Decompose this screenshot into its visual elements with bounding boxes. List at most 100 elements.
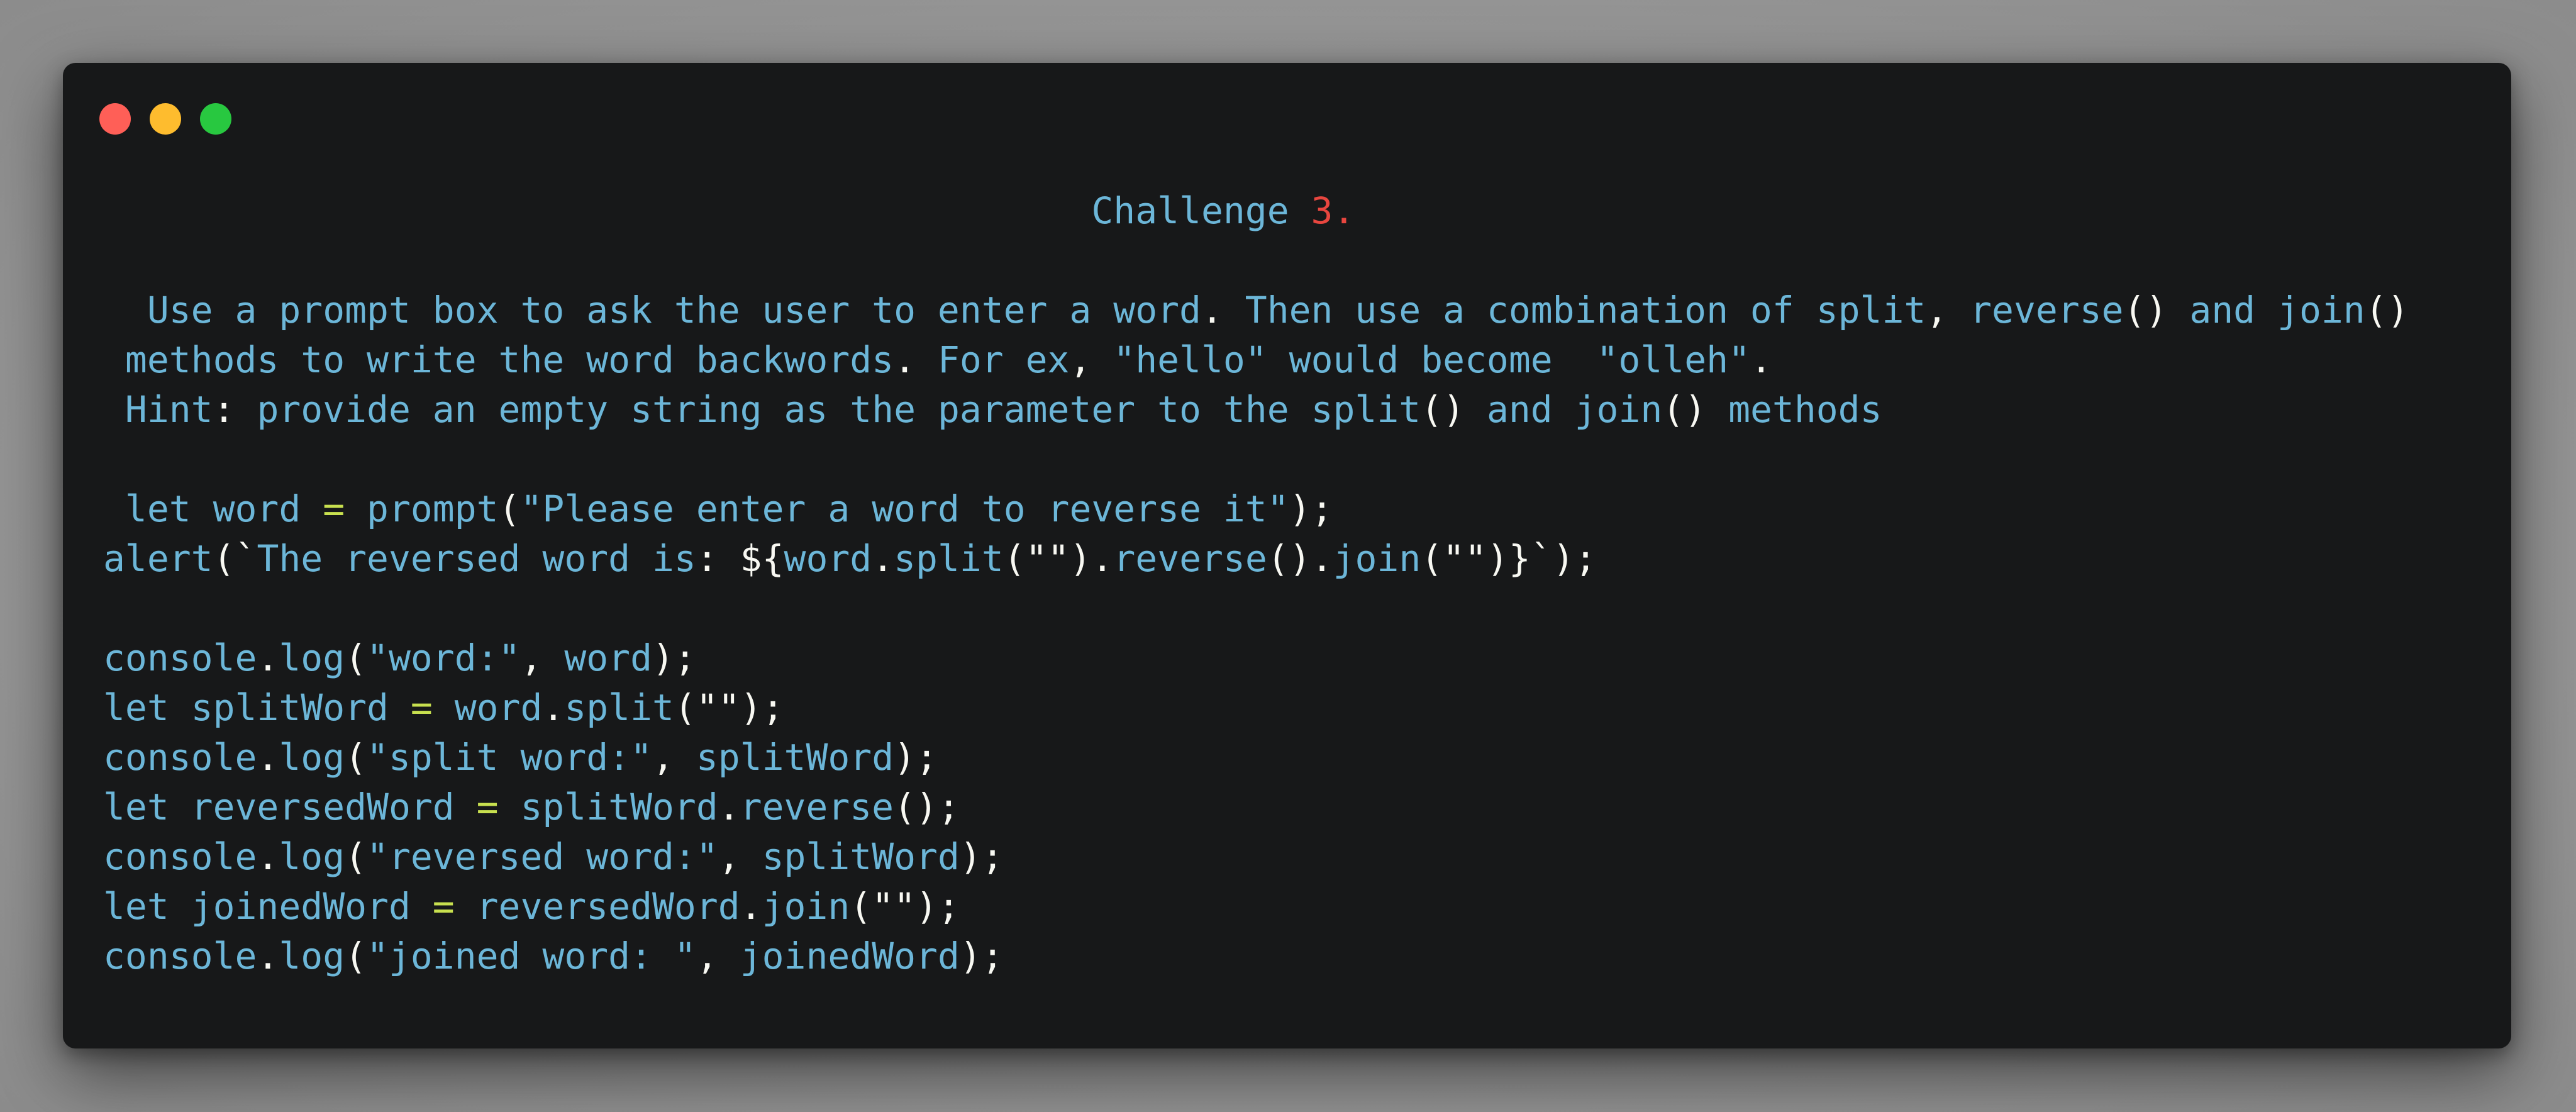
- code-token: methods: [1728, 388, 1882, 431]
- code-token: provide an empty string as the parameter…: [257, 388, 1421, 431]
- code-token: reversedWord: [476, 885, 740, 928]
- code-token: let reversedWord: [103, 786, 477, 828]
- code-block: Challenge 3. Use a prompt box to ask the…: [103, 186, 2486, 981]
- code-token: : ${: [696, 537, 784, 580]
- code-token: methods to write the word backwords: [103, 338, 894, 381]
- code-token: );: [652, 637, 696, 679]
- code-line: let word = prompt("Please enter a word t…: [103, 484, 2486, 534]
- code-token: reverse: [1113, 537, 1267, 580]
- code-token: "word:": [367, 637, 521, 679]
- code-token: alert: [103, 537, 213, 580]
- code-token: .: [894, 338, 938, 381]
- code-line: let reversedWord = splitWord.reverse();: [103, 782, 2486, 832]
- code-line: let splitWord = word.split("");: [103, 683, 2486, 733]
- code-token: .: [257, 835, 279, 878]
- code-token: (`: [213, 537, 257, 580]
- code-token: "joined word: ": [367, 935, 696, 977]
- code-token: ();: [894, 786, 960, 828]
- code-token: (: [345, 835, 367, 878]
- code-window: Challenge 3. Use a prompt box to ask the…: [63, 63, 2511, 1048]
- code-token: split: [894, 537, 1004, 580]
- code-token: For ex: [937, 338, 1070, 381]
- code-token: splitWord: [520, 786, 718, 828]
- code-line: let joinedWord = reversedWord.join("");: [103, 882, 2486, 931]
- code-token: ,: [520, 637, 565, 679]
- code-token: word: [564, 637, 653, 679]
- code-token: reverse: [1970, 289, 2124, 331]
- code-token: (: [498, 487, 521, 530]
- code-token: console: [103, 637, 257, 679]
- code-token: Challenge: [103, 189, 1311, 232]
- code-token: ,: [1069, 338, 1114, 381]
- code-token: and join: [2189, 289, 2365, 331]
- code-token: =: [323, 487, 367, 530]
- code-line: methods to write the word backwords. For…: [103, 335, 2486, 385]
- code-line: console.log("reversed word:", splitWord)…: [103, 832, 2486, 882]
- code-token: .: [257, 736, 279, 779]
- code-token: Use a prompt box to ask the user to ente…: [103, 289, 1201, 331]
- code-token: ,: [696, 935, 740, 977]
- code-token: let joinedWord: [103, 885, 433, 928]
- code-token: =: [410, 686, 455, 729]
- code-token: );: [1289, 487, 1333, 530]
- code-token: word: [784, 537, 872, 580]
- code-token: reverse: [740, 786, 894, 828]
- maximize-button[interactable]: [200, 103, 231, 135]
- code-line: console.log("split word:", splitWord);: [103, 733, 2486, 782]
- code-token: ("").: [1003, 537, 1114, 580]
- code-token: join: [1333, 537, 1421, 580]
- code-token: 3.: [1311, 189, 1355, 232]
- code-token: Hint: [103, 388, 213, 431]
- code-token: console: [103, 835, 257, 878]
- code-token: .: [1201, 289, 1245, 331]
- code-token: joinedWord: [740, 935, 960, 977]
- code-line: Hint: provide an empty string as the par…: [103, 385, 2486, 435]
- code-token: (: [345, 935, 367, 977]
- code-token: splitWord: [762, 835, 960, 878]
- code-token: .: [1750, 338, 1772, 381]
- window-controls: [99, 103, 231, 135]
- code-token: .: [872, 537, 894, 580]
- code-token: prompt: [367, 487, 499, 530]
- code-token: );: [959, 935, 1004, 977]
- code-line: Use a prompt box to ask the user to ente…: [103, 286, 2486, 335]
- code-token: log: [279, 935, 345, 977]
- code-token: ("");: [674, 686, 784, 729]
- code-token: "reversed word:": [367, 835, 718, 878]
- code-token: (: [345, 736, 367, 779]
- code-token: Then use a combination of split: [1245, 289, 1926, 331]
- code-token: split: [564, 686, 674, 729]
- code-token: ,: [718, 835, 762, 878]
- code-token: .: [257, 935, 279, 977]
- code-line: alert(`The reversed word is: ${word.spli…: [103, 534, 2486, 584]
- code-token: (): [1421, 388, 1487, 431]
- code-token: "split word:": [367, 736, 652, 779]
- code-token: =: [476, 786, 521, 828]
- code-token: ("");: [850, 885, 960, 928]
- code-token: The reversed word is: [257, 537, 696, 580]
- code-token: .: [740, 885, 762, 928]
- minimize-button[interactable]: [150, 103, 181, 135]
- code-token: console: [103, 736, 257, 779]
- code-token: "Please enter a word to reverse it": [520, 487, 1289, 530]
- code-token: and join: [1486, 388, 1663, 431]
- code-token: );: [959, 835, 1004, 878]
- code-token: .: [257, 637, 279, 679]
- code-token: (): [2365, 289, 2409, 331]
- code-token: (): [1662, 388, 1729, 431]
- code-token: splitWord: [696, 736, 894, 779]
- close-button[interactable]: [99, 103, 131, 135]
- code-line: console.log("joined word: ", joinedWord)…: [103, 931, 2486, 981]
- code-token: log: [279, 835, 345, 878]
- code-line: console.log("word:", word);: [103, 633, 2486, 683]
- code-token: ,: [652, 736, 696, 779]
- code-line: Challenge 3.: [103, 186, 2486, 236]
- code-token: :: [213, 388, 257, 431]
- code-token: word: [454, 686, 543, 729]
- code-token: (): [2123, 289, 2190, 331]
- code-token: join: [762, 885, 850, 928]
- code-token: );: [894, 736, 938, 779]
- code-token: console: [103, 935, 257, 977]
